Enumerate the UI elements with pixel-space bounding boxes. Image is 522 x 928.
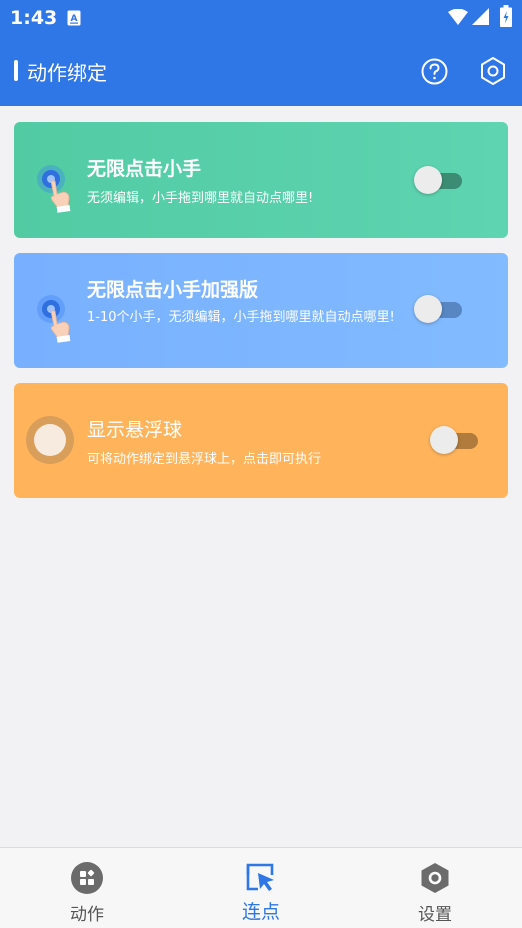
card-desc: 可将动作绑定到悬浮球上，点击即可执行	[87, 452, 322, 467]
card-infinite-tap[interactable]: 无限点击小手 无须编辑，小手拖到哪里就自动点哪里!	[14, 122, 508, 238]
a-box-icon: A	[67, 10, 81, 26]
card-title: 无限点击小手加强版	[87, 279, 259, 301]
toggle-knob	[414, 295, 442, 323]
tab-actions[interactable]: 动作	[27, 848, 147, 928]
title-accent	[14, 60, 18, 81]
status-time: 1:43	[10, 7, 58, 29]
hexagon-gear-icon	[421, 863, 449, 893]
card-infinite-tap-pro[interactable]: 无限点击小手加强版 1-10个小手，无须编辑，小手拖到哪里就自动点哪里!	[14, 253, 508, 368]
card-floating-ball[interactable]: 显示悬浮球 可将动作绑定到悬浮球上，点击即可执行	[14, 383, 508, 498]
wifi-icon	[448, 9, 468, 25]
infinite-tap-toggle[interactable]	[414, 165, 462, 195]
floating-ball-toggle[interactable]	[430, 425, 478, 455]
signal-icon	[472, 8, 489, 25]
tab-label: 动作	[70, 905, 104, 925]
floating-ball-icon	[26, 416, 74, 464]
app-bar: 动作绑定	[0, 36, 522, 106]
card-title: 无限点击小手	[87, 158, 202, 180]
tab-label: 设置	[418, 905, 452, 925]
tab-label: 连点	[241, 901, 280, 923]
card-title: 显示悬浮球	[87, 419, 183, 441]
card-desc: 1-10个小手，无须编辑，小手拖到哪里就自动点哪里!	[87, 310, 395, 325]
tap-hand-icon	[37, 165, 71, 213]
toggle-knob	[430, 426, 458, 454]
tab-click[interactable]: 连点	[201, 848, 321, 928]
infinite-tap-pro-toggle[interactable]	[414, 294, 462, 324]
status-bar: 1:43 A	[0, 0, 522, 36]
help-circle-icon[interactable]	[421, 58, 448, 85]
bottom-navigation: 动作 连点 设置	[0, 847, 522, 928]
grid-circle-icon	[71, 862, 103, 894]
tab-settings[interactable]: 设置	[375, 848, 495, 928]
card-desc: 无须编辑，小手拖到哪里就自动点哪里!	[87, 191, 314, 206]
battery-icon	[500, 5, 512, 27]
page-title: 动作绑定	[27, 61, 107, 85]
hexagon-settings-icon[interactable]	[479, 56, 507, 86]
tap-hand-icon	[37, 295, 71, 343]
cursor-select-icon	[246, 863, 274, 891]
toggle-knob	[414, 166, 442, 194]
